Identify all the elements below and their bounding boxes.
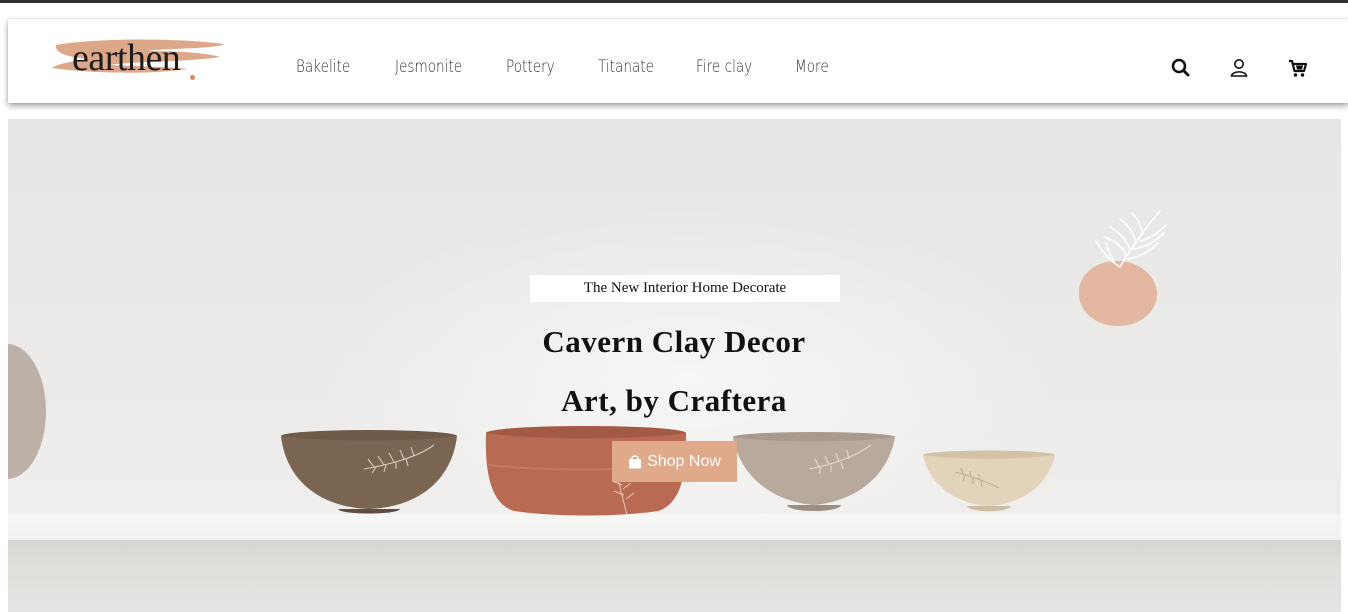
hero-banner: The New Interior Home Decorate Cavern Cl… [8, 119, 1341, 612]
user-icon[interactable] [1228, 57, 1250, 79]
nav-item-more[interactable]: More [795, 57, 829, 77]
search-icon[interactable] [1170, 57, 1192, 79]
bowl-brown-image [281, 430, 457, 514]
hero-headline-line-2: Art, by Craftera [561, 383, 787, 418]
bowl-grey-image [733, 432, 895, 511]
cart-icon[interactable] [1287, 57, 1309, 79]
hero-subtitle: The New Interior Home Decorate [530, 275, 840, 302]
shelf-shadow [8, 540, 1341, 612]
nav-item-pottery[interactable]: Pottery [506, 57, 555, 77]
plant-sprig-icon [1095, 210, 1167, 268]
shop-now-label: Shop Now [647, 452, 721, 470]
nav-item-titanate[interactable]: Titanate [598, 57, 654, 77]
site-header: earthen Bakelite Jesmonite Pottery Titan… [8, 19, 1348, 103]
shop-now-button[interactable]: Shop Now [612, 441, 737, 482]
nav-item-fire-clay[interactable]: Fire clay [696, 57, 752, 77]
brand-logo[interactable]: earthen [48, 35, 228, 81]
hero-headline-line-1: Cavern Clay Decor [542, 324, 806, 359]
logo-wordmark: earthen [72, 37, 181, 79]
decorative-blob-left [8, 344, 46, 479]
logo-dot [190, 75, 195, 80]
shelf [8, 514, 1341, 540]
nav-item-bakelite[interactable]: Bakelite [296, 57, 350, 77]
top-border [0, 0, 1348, 3]
nav-item-jesmonite[interactable]: Jesmonite [395, 57, 462, 77]
shopping-bag-icon [629, 455, 642, 469]
bowl-beige-image [923, 450, 1055, 512]
